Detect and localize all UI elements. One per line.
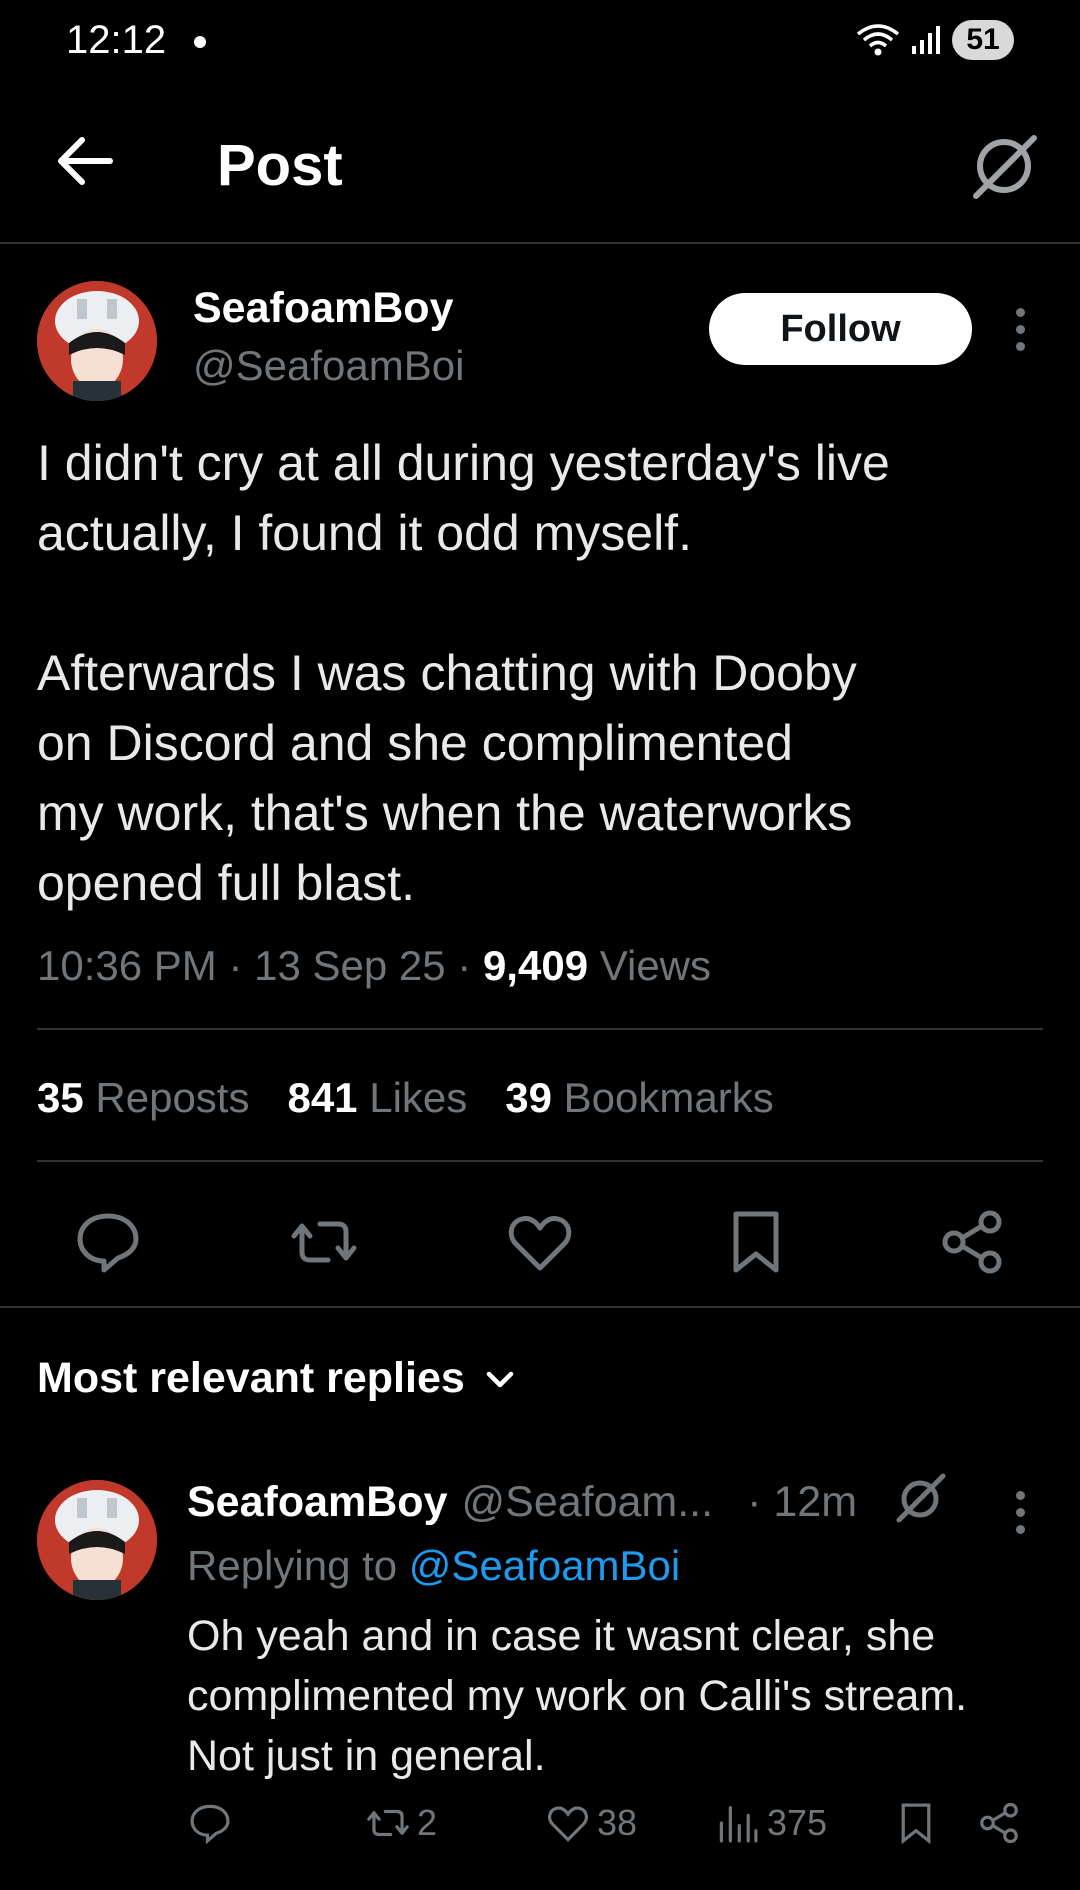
replying-to-link[interactable]: @SeafoamBoi	[409, 1542, 680, 1589]
reply-header: SeafoamBoy @Seafoam... · 12m	[187, 1478, 857, 1527]
replying-to: Replying to @SeafoamBoi	[187, 1542, 681, 1589]
replies-sort-dropdown[interactable]: Most relevant replies	[37, 1354, 517, 1403]
reply-views-button[interactable]: 375	[715, 1800, 827, 1846]
share-icon[interactable]	[936, 1206, 1008, 1278]
divider	[37, 1160, 1043, 1162]
reply-author-name[interactable]: SeafoamBoy	[187, 1478, 447, 1527]
reply-bookmark-button[interactable]	[893, 1800, 939, 1846]
reply-views-count: 375	[767, 1802, 828, 1843]
grok-icon[interactable]	[968, 130, 1040, 202]
views-label[interactable]: Views	[600, 942, 711, 989]
reply-like-button[interactable]: 38	[545, 1800, 637, 1846]
reply-text: Oh yeah and in case it wasnt clear, she …	[187, 1612, 968, 1780]
bookmark-icon	[901, 1803, 931, 1845]
post-paragraph: Afterwards I was chatting with Dooby on …	[37, 645, 857, 911]
post-paragraph: I didn't cry at all during yesterday's l…	[37, 435, 890, 561]
like-icon[interactable]	[504, 1206, 576, 1278]
replies-sort-label: Most relevant replies	[37, 1354, 465, 1402]
bookmarks-stat[interactable]: 39 Bookmarks	[505, 1074, 773, 1122]
more-icon[interactable]	[1000, 299, 1040, 359]
reply-like-count: 38	[597, 1802, 638, 1843]
reply-action-bar: 2 38 375	[0, 1800, 1080, 1860]
engagement-stats: 35 Reposts 841 Likes 39 Bookmarks	[37, 1074, 774, 1122]
more-icon[interactable]	[1000, 1482, 1040, 1542]
reply-repost-button[interactable]: 2	[365, 1800, 437, 1846]
reply-repost-count: 2	[417, 1802, 438, 1843]
status-bar: 12:12 51	[0, 0, 1080, 90]
battery-indicator: 51	[952, 20, 1014, 60]
divider	[37, 1028, 1043, 1030]
repost-icon	[367, 1809, 409, 1837]
chevron-down-icon	[486, 1371, 514, 1387]
author-handle[interactable]: @SeafoamBoi	[193, 342, 464, 390]
notification-dot	[194, 36, 206, 48]
status-time: 12:12	[66, 18, 167, 62]
views-icon	[719, 1806, 758, 1843]
bookmark-icon[interactable]	[720, 1206, 792, 1278]
repost-icon[interactable]	[288, 1206, 360, 1278]
wifi-icon	[856, 24, 900, 56]
post-text: I didn't cry at all during yesterday's l…	[37, 428, 1047, 918]
signal-icon	[912, 26, 940, 54]
share-icon	[980, 1802, 1018, 1844]
avatar[interactable]	[37, 281, 157, 401]
post-date: 13 Sep 25	[254, 942, 446, 989]
reply-reply-button[interactable]	[187, 1800, 233, 1846]
post-action-bar	[0, 1196, 1080, 1306]
post-meta: 10:36 PM · 13 Sep 25 · 9,409 Views	[37, 942, 712, 989]
reply-icon	[190, 1804, 230, 1845]
reply-share-button[interactable]	[976, 1800, 1022, 1846]
reposts-stat[interactable]: 35 Reposts	[37, 1074, 249, 1122]
status-icons: 51	[856, 20, 1014, 60]
views-count: 9,409	[482, 942, 589, 989]
section-divider	[0, 1306, 1080, 1308]
author-name[interactable]: SeafoamBoy	[193, 284, 453, 333]
back-arrow-icon[interactable]	[52, 128, 118, 194]
avatar[interactable]	[37, 1480, 157, 1600]
reply-icon[interactable]	[72, 1206, 144, 1278]
grok-icon[interactable]	[893, 1470, 947, 1524]
likes-stat[interactable]: 841 Likes	[287, 1074, 467, 1122]
page-title: Post	[217, 133, 343, 198]
post-time: 10:36 PM	[37, 942, 217, 989]
like-icon	[548, 1806, 588, 1842]
reply-time: · 12m	[747, 1478, 858, 1526]
follow-button[interactable]: Follow	[709, 293, 972, 365]
reply-author-handle[interactable]: @Seafoam...	[461, 1478, 713, 1527]
app-header: Post	[0, 90, 1080, 244]
